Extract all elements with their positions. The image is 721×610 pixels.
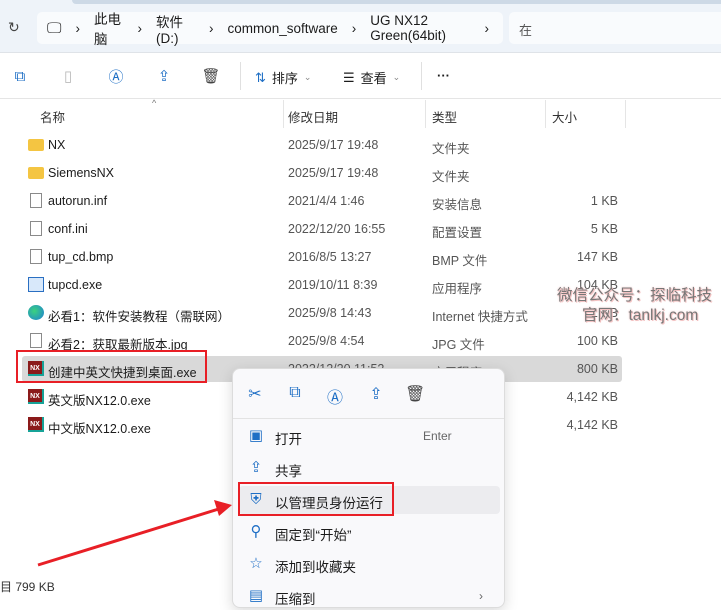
status-bar: 目 799 KB xyxy=(0,580,55,594)
watermark-line1: 微信公众号：探临科技 xyxy=(557,287,713,304)
watermark-line2: 官网：tanlkj.com xyxy=(582,307,699,324)
